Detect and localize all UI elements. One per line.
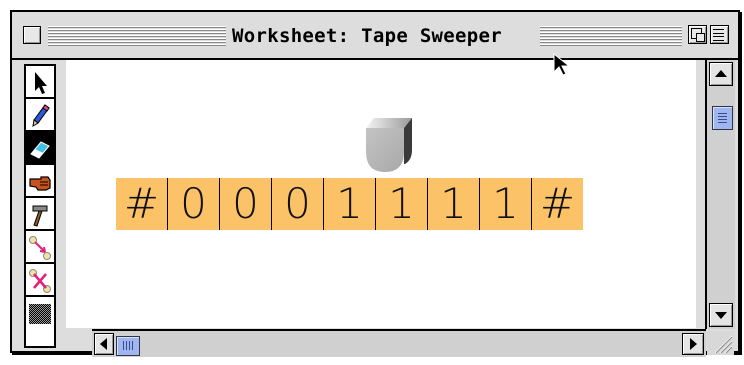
pattern-icon [29,304,51,324]
vertical-scrollbar[interactable] [705,60,735,329]
horizontal-scroll-thumb[interactable] [116,336,140,356]
turing-tape: # 0 0 0 1 1 1 1 # [116,178,583,230]
scroll-down-button[interactable] [709,303,733,327]
zoom-box[interactable] [688,25,707,44]
hammer-icon [32,205,48,227]
scroll-left-button[interactable] [94,333,114,355]
scroll-right-button[interactable] [682,333,704,355]
window-title: Worksheet: Tape Sweeper [226,22,508,50]
title-stripes-left [48,26,228,46]
tape-cell[interactable]: 1 [323,178,375,230]
eraser-tool[interactable] [26,132,54,165]
close-box[interactable] [23,26,41,44]
tape-cell[interactable]: # [531,178,583,230]
vertical-scroll-thumb[interactable] [712,106,733,130]
tape-cell[interactable]: 1 [427,178,479,230]
eraser-icon [30,141,50,159]
triangle-down-icon [715,312,727,319]
tape-cell[interactable]: 0 [167,178,219,230]
pointing-hand-icon [29,176,51,191]
title-bar[interactable]: Worksheet: Tape Sweeper [12,12,738,60]
collapse-box[interactable] [710,25,729,44]
arrow-tool[interactable] [26,66,54,99]
pencil-tool[interactable] [26,99,54,132]
link-tool[interactable] [26,231,54,264]
hand-tool[interactable] [26,165,54,198]
title-stripes-right [540,26,682,46]
triangle-up-icon [715,70,727,77]
pattern-tool[interactable] [26,297,54,331]
resize-grip[interactable] [707,331,734,355]
triangle-left-icon [100,338,107,350]
scroll-up-button[interactable] [709,62,733,86]
tape-cell[interactable]: 0 [271,178,323,230]
hammer-tool[interactable] [26,198,54,231]
pencil-icon [32,104,50,127]
mouse-cursor-icon [553,52,571,76]
tape-cell[interactable]: 1 [479,178,531,230]
tape-cell[interactable]: 0 [219,178,271,230]
tape-cell[interactable]: # [116,178,167,230]
unlink-tool[interactable] [26,264,54,297]
tape-cell[interactable]: 1 [375,178,427,230]
resize-grip-icon [714,335,733,354]
arrow-icon [35,72,47,94]
tape-head-icon[interactable] [356,108,416,178]
triangle-right-icon [690,338,697,350]
link-icon [29,236,51,260]
horizontal-scrollbar[interactable] [92,329,706,357]
tool-palette [24,64,56,348]
unlink-icon [29,269,51,293]
